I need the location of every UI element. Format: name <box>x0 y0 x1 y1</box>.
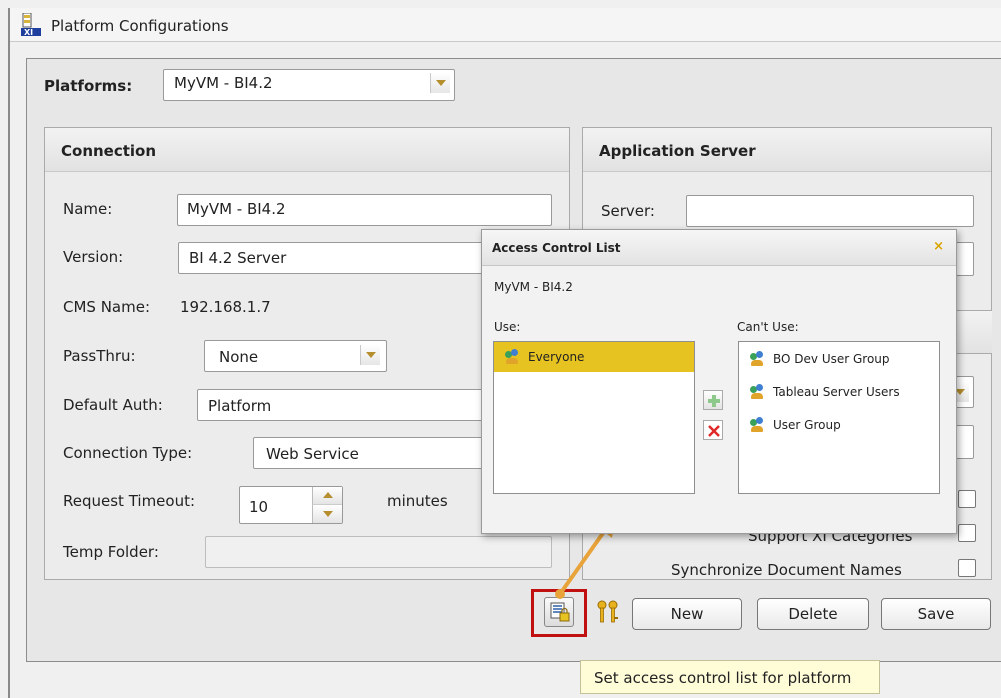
version-label: Version: <box>63 248 124 266</box>
save-button[interactable]: Save <box>881 598 991 630</box>
cms-name-value: 192.168.1.7 <box>180 298 271 316</box>
list-item[interactable]: User Group <box>739 410 939 440</box>
connection-panel-header: Connection <box>45 128 569 172</box>
access-control-list-dialog: Access Control List × MyVM - BI4.2 Use: … <box>481 229 957 534</box>
window-titlebar: XI Platform Configurations <box>8 8 1001 42</box>
server-input[interactable] <box>686 195 974 227</box>
platforms-select-value: MyVM - BI4.2 <box>174 74 273 92</box>
new-button[interactable]: New <box>632 598 742 630</box>
list-item-label: Tableau Server Users <box>773 385 900 399</box>
list-item[interactable]: BO Dev User Group <box>739 344 939 374</box>
application-server-panel-header: Application Server <box>583 128 991 172</box>
remove-button[interactable] <box>703 420 723 440</box>
dialog-platform-name: MyVM - BI4.2 <box>494 280 573 294</box>
chevron-down-icon[interactable] <box>360 345 380 365</box>
name-input-value: MyVM - BI4.2 <box>187 200 286 218</box>
connection-type-select[interactable]: Web Service <box>253 437 489 469</box>
version-select-value: BI 4.2 Server <box>189 249 287 267</box>
cms-name-label: CMS Name: <box>63 298 151 316</box>
stepper-down-button[interactable] <box>312 505 342 523</box>
name-input[interactable]: MyVM - BI4.2 <box>177 194 552 226</box>
delete-button[interactable]: Delete <box>757 598 869 630</box>
group-icon <box>504 349 520 365</box>
chevron-up-icon <box>323 492 333 498</box>
synchronize-document-names-checkbox[interactable] <box>958 559 976 577</box>
name-label: Name: <box>63 200 113 218</box>
chevron-down-icon[interactable] <box>430 73 450 93</box>
chevron-down-icon <box>323 511 333 517</box>
request-timeout-label: Request Timeout: <box>63 492 196 510</box>
plus-icon <box>708 395 720 407</box>
close-icon[interactable]: × <box>933 239 944 254</box>
passthru-label: PassThru: <box>63 347 136 365</box>
timeout-unit-label: minutes <box>387 492 448 510</box>
stepper-up-button[interactable] <box>312 487 342 505</box>
use-label: Use: <box>494 320 521 334</box>
request-timeout-value: 10 <box>249 498 269 516</box>
platforms-label: Platforms: <box>44 77 133 95</box>
synchronize-document-names-label: Synchronize Document Names <box>671 561 902 579</box>
remove-x-icon <box>708 425 720 437</box>
connection-heading: Connection <box>61 142 157 160</box>
add-button[interactable] <box>703 390 723 410</box>
cant-use-listbox[interactable]: BO Dev User Group Tableau Server Users U… <box>738 341 940 494</box>
group-icon <box>749 351 765 367</box>
group-icon <box>749 384 765 400</box>
use-listbox[interactable]: Everyone <box>493 341 695 494</box>
dialog-header: Access Control List × <box>482 230 956 266</box>
list-item-label: BO Dev User Group <box>773 352 890 366</box>
default-auth-label: Default Auth: <box>63 396 163 414</box>
platforms-select[interactable]: MyVM - BI4.2 <box>163 69 455 101</box>
support-xi-categories-checkbox[interactable] <box>958 524 976 542</box>
connection-type-label: Connection Type: <box>63 444 193 462</box>
platform-config-icon: XI <box>21 13 41 37</box>
server-label: Server: <box>601 202 655 220</box>
passthru-select[interactable]: None <box>204 340 387 372</box>
cant-use-label: Can't Use: <box>737 320 799 334</box>
group-icon <box>749 417 765 433</box>
list-item-label: User Group <box>773 418 841 432</box>
app-server-checkbox-1[interactable] <box>958 490 976 508</box>
tooltip: Set access control list for platform <box>580 660 880 694</box>
connection-type-select-value: Web Service <box>266 445 359 463</box>
temp-folder-input[interactable] <box>205 536 552 568</box>
application-server-heading: Application Server <box>599 142 756 160</box>
dialog-title: Access Control List <box>492 241 621 255</box>
default-auth-select-value: Platform <box>208 397 272 415</box>
svg-text:XI: XI <box>24 28 33 37</box>
list-item[interactable]: Tableau Server Users <box>739 377 939 407</box>
passthru-select-value: None <box>219 348 259 366</box>
request-timeout-stepper[interactable]: 10 <box>239 486 343 524</box>
window-title: Platform Configurations <box>51 17 229 35</box>
acl-list-icon <box>550 602 570 622</box>
window-left-border <box>8 8 10 698</box>
list-item-label: Everyone <box>528 350 585 364</box>
default-auth-select[interactable]: Platform <box>197 389 489 421</box>
temp-folder-label: Temp Folder: <box>63 543 159 561</box>
list-item[interactable]: Everyone <box>494 342 694 372</box>
tooltip-text: Set access control list for platform <box>594 669 852 687</box>
version-select[interactable]: BI 4.2 Server <box>178 242 488 274</box>
